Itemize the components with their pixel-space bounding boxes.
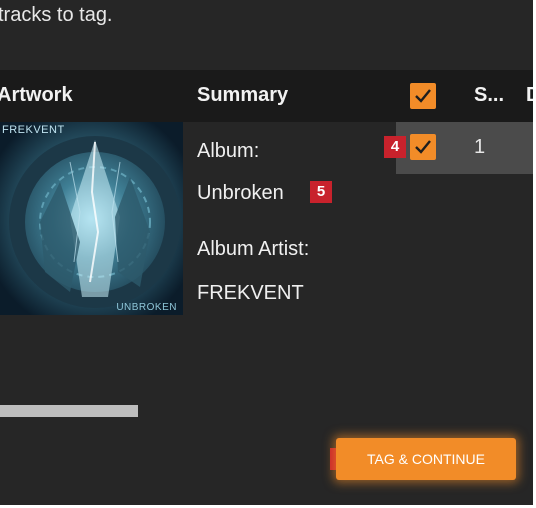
tag-and-continue-button[interactable]: TAG & CONTINUE: [336, 438, 516, 480]
row-number: 1: [474, 136, 486, 158]
checkmark-icon: [415, 89, 431, 103]
artwork-artist-text: FREKVENT: [2, 124, 65, 136]
album-artwork: FREKVENT UNBROKEN: [0, 122, 183, 315]
callout-badge-5: 5: [310, 181, 332, 203]
instruction-text: tracks to tag.: [0, 4, 113, 26]
header-s-column[interactable]: S...: [474, 84, 504, 107]
tagging-panel: tracks to tag. Artwork Summary S... D: [0, 0, 536, 508]
header-summary[interactable]: Summary: [197, 84, 288, 107]
album-cover-image: [0, 122, 183, 315]
select-all-checkbox[interactable]: [410, 83, 436, 109]
artwork-title-text: UNBROKEN: [116, 302, 177, 313]
horizontal-scrollbar[interactable]: [0, 405, 138, 417]
checkmark-icon: [415, 140, 431, 154]
album-value: Unbroken: [197, 182, 284, 204]
header-artwork[interactable]: Artwork: [0, 84, 73, 107]
album-artist-value: FREKVENT: [197, 282, 304, 304]
album-artist-label: Album Artist:: [197, 238, 310, 260]
callout-badge-4: 4: [384, 136, 406, 158]
album-label: Album:: [197, 140, 260, 162]
row-select-checkbox[interactable]: [410, 134, 436, 160]
header-d-column[interactable]: D: [526, 84, 533, 107]
